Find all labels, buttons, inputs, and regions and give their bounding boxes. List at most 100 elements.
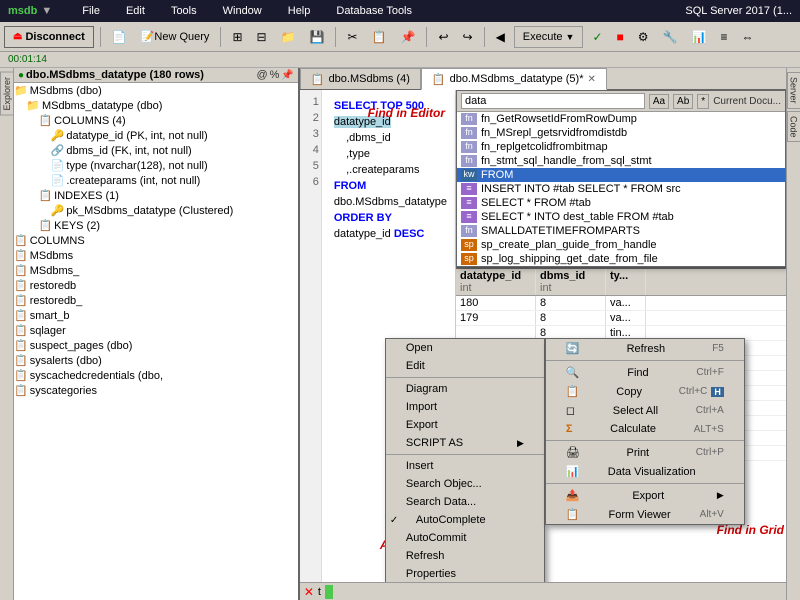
- tree-item-14[interactable]: 📋restoredb_: [14, 293, 298, 308]
- tree-item-13[interactable]: 📋restoredb: [14, 278, 298, 293]
- sub-refresh[interactable]: 🔄 Refresh F5: [546, 339, 744, 358]
- ac-item-0[interactable]: fn fn_GetRowsetIdFromRowDump: [457, 112, 785, 126]
- toolbar-paste-icon[interactable]: 📌: [395, 26, 420, 48]
- ac-item-1[interactable]: fn fn_MSrepl_getsrvidfromdistdb: [457, 126, 785, 140]
- toolbar-folder-icon[interactable]: 📁: [276, 26, 301, 48]
- autocomplete-aa-btn[interactable]: Aa: [649, 94, 669, 109]
- new-query-button[interactable]: 📝 New Query: [136, 26, 215, 48]
- toolbar-misc1[interactable]: ⚙: [633, 26, 654, 48]
- toolbar-misc3[interactable]: 📊: [687, 26, 712, 48]
- ctx-script-as[interactable]: SCRIPT AS▶: [386, 434, 544, 452]
- toolbar-undo-icon[interactable]: ↩: [433, 26, 453, 48]
- server-sidebar-label[interactable]: Server: [787, 72, 800, 109]
- ctx-autocomplete[interactable]: ✓AutoComplete: [386, 511, 544, 529]
- explorer-tab-label[interactable]: Explorer: [0, 72, 14, 116]
- tree-item-4[interactable]: 🔗dbms_id (FK, int, not null): [14, 143, 298, 158]
- autocomplete-star-btn[interactable]: *: [697, 94, 709, 109]
- pin-icon[interactable]: 📌: [281, 70, 293, 81]
- ac-item-sp1[interactable]: sp sp_create_plan_guide_from_handle: [457, 238, 785, 252]
- ac-item-from[interactable]: kw FROM: [457, 168, 785, 182]
- grid-row-0[interactable]: 180 8 va...: [456, 296, 786, 311]
- sub-data-viz[interactable]: 📊 Data Visualization: [546, 462, 744, 481]
- menu-database-tools[interactable]: Database Tools: [330, 4, 418, 18]
- ctx-export[interactable]: Export: [386, 416, 544, 434]
- ac-item-snip2[interactable]: ≡ SELECT * FROM #tab: [457, 196, 785, 210]
- sub-form-viewer[interactable]: 📋 Form Viewer Alt+V: [546, 505, 744, 524]
- tree-item-20[interactable]: 📋syscategories: [14, 383, 298, 398]
- toolbar-cut-icon[interactable]: ✂: [342, 26, 362, 48]
- tree-item-2[interactable]: 📋COLUMNS (4): [14, 113, 298, 128]
- ac-item-sp2[interactable]: sp sp_log_shipping_get_date_from_file: [457, 252, 785, 266]
- ac-item-smalldt[interactable]: fn SMALLDATETIMEFROMPARTS: [457, 224, 785, 238]
- toolbar-misc5[interactable]: ⇔: [736, 26, 758, 48]
- tab-1-close[interactable]: ✕: [588, 74, 596, 85]
- autocomplete-ab-btn[interactable]: Ab: [673, 94, 693, 109]
- ctx-autocommit[interactable]: AutoCommit: [386, 529, 544, 547]
- tree-item-7[interactable]: 📋INDEXES (1): [14, 188, 298, 203]
- sub-calculate[interactable]: Σ Calculate ALT+S: [546, 420, 744, 438]
- ctx-properties[interactable]: Properties: [386, 565, 544, 582]
- ctx-search-obj[interactable]: Search Objec...: [386, 475, 544, 493]
- toolbar-misc2[interactable]: 🔧: [658, 26, 683, 48]
- tree-item-3[interactable]: 🔑datatype_id (PK, int, not null): [14, 128, 298, 143]
- ctx-diagram[interactable]: Diagram: [386, 380, 544, 398]
- toolbar-icon-1[interactable]: 📄: [107, 26, 132, 48]
- tree-item-17[interactable]: 📋suspect_pages (dbo): [14, 338, 298, 353]
- sub-find[interactable]: 🔍 Find Ctrl+F: [546, 363, 744, 382]
- tree-item-19[interactable]: 📋syscachedcredentials (dbo,: [14, 368, 298, 383]
- ctx-import[interactable]: Import: [386, 398, 544, 416]
- toolbar-check-icon[interactable]: ✓: [587, 26, 607, 48]
- ac-item-snip3[interactable]: ≡ SELECT * INTO dest_table FROM #tab: [457, 210, 785, 224]
- tree-item-12[interactable]: 📋MSdbms_: [14, 263, 298, 278]
- menu-file[interactable]: File: [76, 4, 106, 18]
- sub-copy[interactable]: 📋 Copy Ctrl+C H: [546, 382, 744, 401]
- tree-item-6[interactable]: 📄.createparams (int, not null): [14, 173, 298, 188]
- toolbar-save-icon[interactable]: 💾: [305, 26, 330, 48]
- sub-select-all[interactable]: ◻ Select All Ctrl+A: [546, 401, 744, 420]
- toolbar-copy-icon[interactable]: 📋: [367, 26, 392, 48]
- left-sidebar-strip: Explorer: [0, 68, 14, 600]
- ac-snip-icon-3: ≡: [461, 211, 477, 223]
- ctx-insert[interactable]: Insert: [386, 457, 544, 475]
- toolbar-grid-icon[interactable]: ⊞: [227, 26, 247, 48]
- toolbar-misc4[interactable]: ≡: [715, 26, 732, 48]
- menu-edit[interactable]: Edit: [120, 4, 151, 18]
- sub-export[interactable]: 📤 Export ▶: [546, 486, 744, 505]
- ctx-edit[interactable]: Edit: [386, 357, 544, 375]
- menu-tools[interactable]: Tools: [165, 4, 203, 18]
- toolbar-grid2-icon[interactable]: ⊟: [252, 26, 272, 48]
- toolbar-redo-icon[interactable]: ↪: [458, 26, 478, 48]
- tree-item-18[interactable]: 📋sysalerts (dbo): [14, 353, 298, 368]
- sub-print[interactable]: 🖨 Print Ctrl+P: [546, 443, 744, 462]
- tab-1[interactable]: 📋 dbo.MSdbms_datatype (5)* ✕: [421, 68, 607, 90]
- code-sidebar-label[interactable]: Code: [787, 111, 800, 143]
- tree-item-11[interactable]: 📋MSdbms: [14, 248, 298, 263]
- tree-item-15[interactable]: 📋smart_b: [14, 308, 298, 323]
- menu-window[interactable]: Window: [217, 4, 268, 18]
- grid-row-1[interactable]: 179 8 va...: [456, 311, 786, 326]
- tree-item-1[interactable]: 📁MSdbms_datatype (dbo): [14, 98, 298, 113]
- tree-item-9[interactable]: 📋KEYS (2): [14, 218, 298, 233]
- autocomplete-header: Aa Ab * Current Docu...: [457, 91, 785, 112]
- ctx-search-data[interactable]: Search Data...: [386, 493, 544, 511]
- tree-item-16[interactable]: 📋sqlager: [14, 323, 298, 338]
- execute-dropdown-arrow[interactable]: ▼: [566, 32, 575, 42]
- toolbar-back-icon[interactable]: ◀: [491, 26, 510, 48]
- execute-button[interactable]: Execute ▼: [514, 26, 584, 48]
- ctx-open[interactable]: Open: [386, 339, 544, 357]
- menu-help[interactable]: Help: [282, 4, 317, 18]
- toolbar-separator-2: [220, 27, 221, 47]
- autocomplete-search-input[interactable]: [461, 93, 645, 109]
- ac-item-snip1[interactable]: ≡ INSERT INTO #tab SELECT * FROM src: [457, 182, 785, 196]
- db-dropdown-arrow[interactable]: ▼: [41, 5, 52, 17]
- tab-0[interactable]: 📋 dbo.MSdbms (4): [300, 68, 421, 89]
- tree-item-8[interactable]: 🔑pk_MSdbms_datatype (Clustered): [14, 203, 298, 218]
- tree-item-0[interactable]: 📁MSdbms (dbo): [14, 83, 298, 98]
- tree-item-10[interactable]: 📋COLUMNS: [14, 233, 298, 248]
- disconnect-button[interactable]: ⏏ Disconnect: [4, 26, 94, 48]
- tree-item-5[interactable]: 📄type (nvarchar(128), not null): [14, 158, 298, 173]
- toolbar-stop-icon[interactable]: ■: [612, 26, 629, 48]
- ctx-refresh[interactable]: Refresh: [386, 547, 544, 565]
- ac-item-2[interactable]: fn fn_replgetcolidfrombitmap: [457, 140, 785, 154]
- ac-item-3[interactable]: fn fn_stmt_sql_handle_from_sql_stmt: [457, 154, 785, 168]
